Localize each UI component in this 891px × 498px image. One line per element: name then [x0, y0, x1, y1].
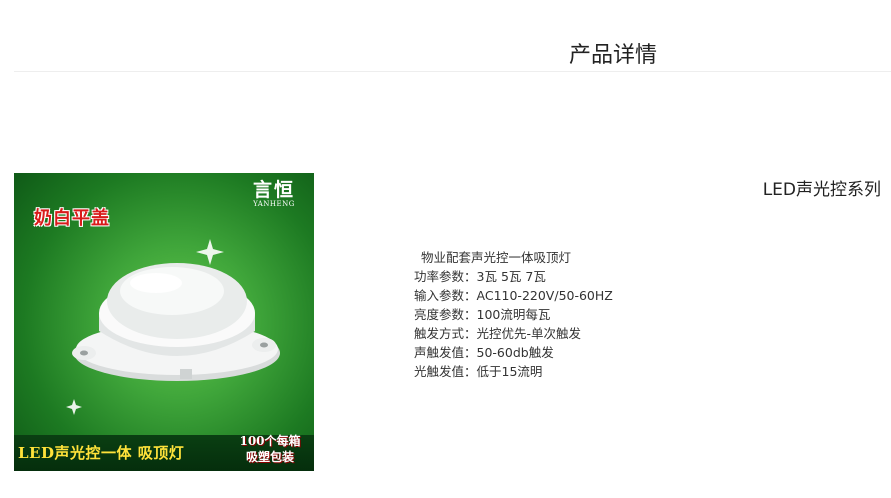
product-image: 言恒 YANHENG 奶白平盖 LED声光控一体 吸顶灯 100个每箱 吸塑包装 — [14, 173, 314, 471]
packaging-badge: 100个每箱 吸塑包装 — [230, 433, 310, 469]
spec-label: 光触发值： — [414, 364, 477, 379]
cover-type-tag: 奶白平盖 — [34, 208, 110, 229]
spec-row-power: 功率参数：3瓦 5瓦 7瓦 — [414, 267, 613, 286]
spec-headline: 物业配套声光控一体吸顶灯 — [421, 250, 572, 265]
banner-text: LED声光控一体 吸顶灯 — [18, 444, 185, 462]
spec-list: 物业配套声光控一体吸顶灯 功率参数：3瓦 5瓦 7瓦 输入参数：AC110-22… — [414, 248, 613, 381]
brand-name-cn: 言恒 — [252, 179, 295, 201]
spec-label: 声触发值： — [414, 345, 477, 360]
spec-row-sound-trigger: 声触发值：50-60db触发 — [414, 343, 613, 362]
spec-row-trigger-mode: 触发方式：光控优先-单次触发 — [414, 324, 613, 343]
brand-name-en: YANHENG — [253, 200, 295, 208]
brand-logo: 言恒 YANHENG — [242, 175, 306, 208]
spec-label: 输入参数： — [414, 288, 477, 303]
spec-value: 100流明每瓦 — [476, 307, 551, 322]
spec-row-input: 输入参数：AC110-220V/50-60HZ — [414, 286, 613, 305]
spec-value: 低于15流明 — [476, 364, 543, 379]
header-divider — [14, 71, 891, 72]
spec-value: 光控优先-单次触发 — [476, 326, 582, 341]
spec-value: 3瓦 5瓦 7瓦 — [476, 269, 546, 284]
spec-label: 功率参数： — [414, 269, 477, 284]
badge-line-2: 吸塑包装 — [245, 450, 294, 464]
spec-label: 亮度参数： — [414, 307, 477, 322]
series-title: LED声光控系列 — [762, 180, 881, 200]
spec-label: 触发方式： — [414, 326, 477, 341]
page-title: 产品详情 — [568, 42, 657, 68]
spec-row-brightness: 亮度参数：100流明每瓦 — [414, 305, 613, 324]
badge-line-1: 100个每箱 — [239, 434, 301, 448]
spec-value: 50-60db触发 — [476, 345, 554, 360]
spec-value: AC110-220V/50-60HZ — [476, 288, 613, 303]
spec-row-light-trigger: 光触发值：低于15流明 — [414, 362, 613, 381]
